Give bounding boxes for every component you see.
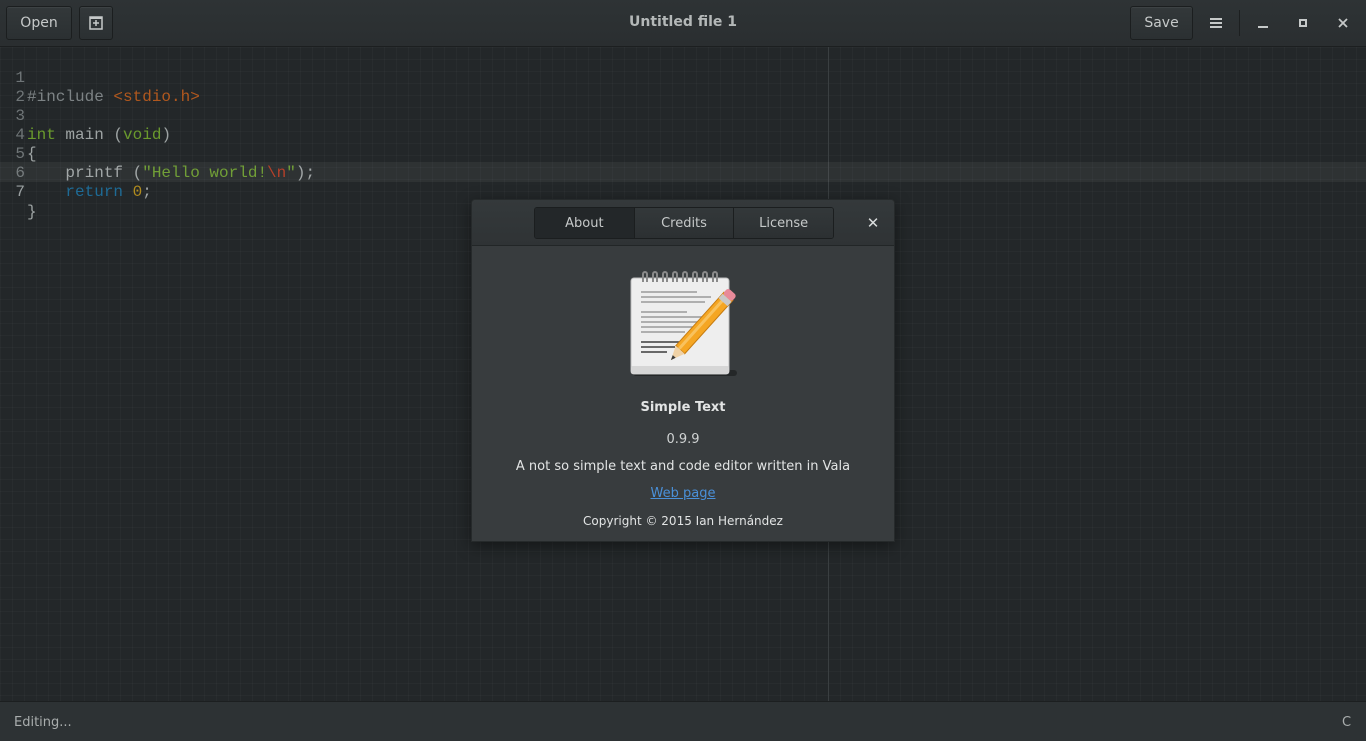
tab-about-label: About xyxy=(565,215,604,231)
open-button[interactable]: Open xyxy=(6,6,72,40)
app-description: A not so simple text and code editor wri… xyxy=(515,459,851,474)
web-page-link[interactable]: Web page xyxy=(651,486,716,501)
maximize-icon[interactable] xyxy=(1292,12,1314,34)
code-line: 2 xyxy=(0,69,1366,106)
current-code-line: 7 } xyxy=(0,162,1366,221)
window-title: Untitled file 1 xyxy=(629,14,737,30)
header-separator xyxy=(1239,10,1240,36)
code-token: 0 xyxy=(132,183,143,201)
line-number: 7 xyxy=(15,183,25,201)
copyright-text: Copyright © 2015 Ian Hernández xyxy=(583,514,783,528)
code-token: ; xyxy=(142,183,152,201)
new-tab-icon xyxy=(89,16,103,30)
about-dialog: About Credits License ✕ Simple Text 0.9.… xyxy=(471,199,895,542)
close-icon[interactable] xyxy=(1332,12,1354,34)
dialog-close-icon: ✕ xyxy=(866,214,880,232)
dialog-header: About Credits License ✕ xyxy=(472,200,894,246)
hamburger-menu-icon[interactable] xyxy=(1205,12,1227,34)
code-line: 4 { xyxy=(0,107,1366,163)
dialog-close-button[interactable]: ✕ xyxy=(862,212,884,234)
header-bar: Open Untitled file 1 Save xyxy=(0,0,1366,47)
language-indicator[interactable]: C xyxy=(1342,715,1351,730)
tab-license-label: License xyxy=(759,215,809,231)
tab-about[interactable]: About xyxy=(535,208,634,238)
app-name: Simple Text xyxy=(640,400,726,415)
minimize-icon[interactable] xyxy=(1252,12,1274,34)
code-line: 1 #include <stdio.h> xyxy=(0,50,1366,106)
web-page-link-wrapper: Web page xyxy=(472,486,894,501)
code-token: } xyxy=(27,203,37,221)
notepad-pencil-icon xyxy=(630,271,737,376)
code-line: 3 int main (void) xyxy=(0,88,1366,144)
code-line: 5 printf ("Hello world!\n"); xyxy=(0,126,1366,182)
dialog-tabs: About Credits License xyxy=(534,207,834,239)
status-text: Editing... xyxy=(14,715,72,730)
tab-credits[interactable]: Credits xyxy=(633,208,734,238)
save-button-label: Save xyxy=(1144,15,1179,31)
tab-credits-label: Credits xyxy=(661,215,707,231)
code-token: return xyxy=(65,183,124,201)
open-button-label: Open xyxy=(20,15,58,31)
tab-license[interactable]: License xyxy=(733,208,833,238)
status-bar: Editing... C xyxy=(0,701,1366,741)
save-button[interactable]: Save xyxy=(1130,6,1193,40)
new-tab-button[interactable] xyxy=(79,6,113,40)
app-version: 0.9.9 xyxy=(666,432,700,447)
